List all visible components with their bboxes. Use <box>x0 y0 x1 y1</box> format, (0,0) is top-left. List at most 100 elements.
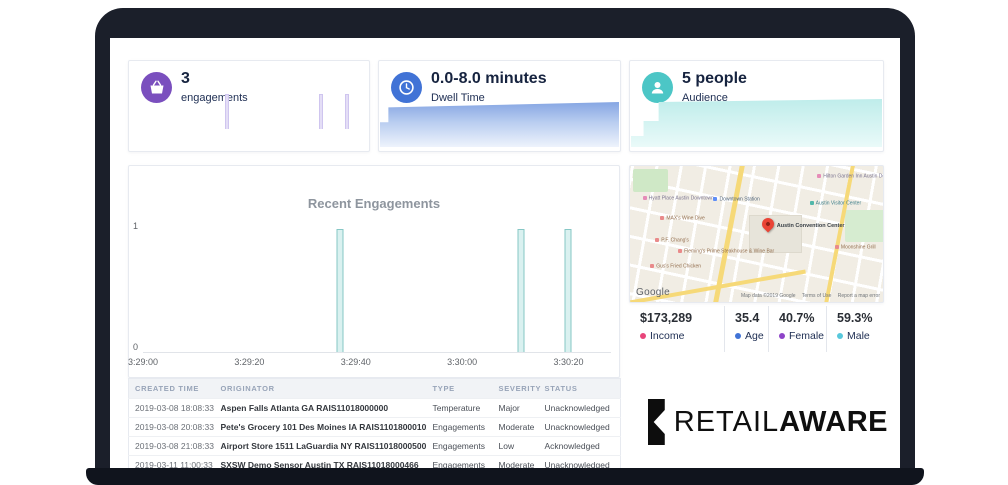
table-cell: 2019-03-08 18:08:33 <box>128 398 215 418</box>
location-map[interactable]: Hilton Garden Inn Austin Downtown Hyatt P… <box>629 165 884 303</box>
table-cell: Unacknowledged <box>538 398 621 418</box>
map-poi-label: Fleming's Prime Steakhouse & Wine Bar <box>678 249 774 255</box>
table-cell: Moderate <box>492 455 539 468</box>
stat-dot-icon <box>837 333 843 339</box>
map-attribution-text: Map data ©2019 Google <box>740 293 796 299</box>
google-logo[interactable]: Google <box>636 287 670 298</box>
clock-icon <box>391 72 422 103</box>
column-header: STATUS <box>538 378 621 399</box>
table-row[interactable]: 2019-03-11 11:00:33 SXSW Demo Sensor Aust… <box>128 455 621 468</box>
audience-area-chart <box>631 99 882 147</box>
retailaware-logo: RETAILAWARE <box>648 386 888 458</box>
x-axis-tick-label: 3:30:20 <box>553 357 584 367</box>
sparkline-bar <box>225 94 230 129</box>
dwell-time-value: 0.0-8.0 minutes <box>431 70 547 87</box>
stat-income: $173,289 Income <box>640 306 724 352</box>
x-axis-tick-label: 3:29:20 <box>234 357 265 367</box>
table-row[interactable]: 2019-03-08 18:08:33 Aspen Falls Atlanta G… <box>128 398 621 418</box>
retailaware-wordmark: RETAILAWARE <box>674 406 888 439</box>
engagements-card: 3 engagements <box>128 60 370 152</box>
x-axis-tick-label: 3:30:00 <box>447 357 478 367</box>
stat-value: 59.3% <box>837 311 873 325</box>
engagement-bar <box>517 229 525 352</box>
chart-plot-area <box>143 229 611 353</box>
table-cell: Airport Store 1511 LaGuardia NY RAIS1101… <box>214 436 427 456</box>
stat-label: Income <box>640 330 724 342</box>
report-map-error-link[interactable]: Report a map error <box>838 293 880 299</box>
stat-dot-icon <box>779 333 785 339</box>
device-base <box>86 468 924 485</box>
stat-dot-icon <box>735 333 741 339</box>
stat-label: Age <box>735 330 768 342</box>
stat-label-text: Income <box>650 330 685 342</box>
column-header: CREATED TIME <box>128 378 215 399</box>
map-poi-label: P.F. Chang's <box>655 238 689 244</box>
stat-female: 40.7% Female <box>768 306 826 352</box>
chart-x-axis: 3:29:00 3:29:20 3:29:40 3:30:00 3:30:20 <box>128 357 611 371</box>
logo-text-aware: AWARE <box>779 405 888 438</box>
column-header: ORIGINATOR <box>214 378 427 399</box>
terms-of-use-link[interactable]: Terms of Use <box>802 293 831 299</box>
y-axis-label-max: 1 <box>133 221 139 231</box>
stat-value: $173,289 <box>640 311 693 325</box>
stat-male: 59.3% Male <box>826 306 888 352</box>
engagement-bar <box>564 229 572 352</box>
engagement-bar <box>336 229 344 352</box>
table-cell: Engagements <box>426 436 493 456</box>
table-cell: Temperature <box>426 398 493 418</box>
table-cell: Unacknowledged <box>538 455 621 468</box>
table-cell: SXSW Demo Sensor Austin TX RAIS110180004… <box>214 455 427 468</box>
x-axis-tick-label: 3:29:00 <box>127 357 159 367</box>
table-cell: Major <box>492 398 539 418</box>
table-row[interactable]: 2019-03-08 21:08:33 Airport Store 1511 La… <box>128 436 621 456</box>
person-icon <box>642 72 673 103</box>
table-cell: Unacknowledged <box>538 417 621 437</box>
map-poi-label: Austin Visitor Center <box>810 201 861 207</box>
table-cell: 2019-03-11 11:00:33 <box>128 455 215 468</box>
page-background: 3 engagements 0.0-8.0 minutes Dwell Time <box>0 0 1008 485</box>
map-poi-label: MAX's Wine Dive <box>660 216 704 222</box>
y-axis-label-min: 0 <box>133 342 139 352</box>
engagements-sparkline <box>129 94 369 129</box>
recent-engagements-chart-card: Recent Engagements 1 0 3:29:00 3:29:20 3:2… <box>128 165 620 378</box>
column-header: TYPE <box>426 378 493 399</box>
x-axis-tick-label: 3:29:40 <box>340 357 371 367</box>
logo-text-retail: RETAIL <box>673 405 780 438</box>
stat-label: Female <box>779 330 826 342</box>
dashboard-screen: 3 engagements 0.0-8.0 minutes Dwell Time <box>110 38 900 468</box>
map-poi-label: Moonshine Grill <box>835 245 876 251</box>
table-cell: Aspen Falls Atlanta GA RAIS11018000000 <box>214 398 427 418</box>
stat-value: 40.7% <box>779 311 815 325</box>
audience-stats-row: $173,289 Income 35.4 Age 40.7% Female 59.3% Mal… <box>640 306 888 352</box>
table-cell: Pete's Grocery 101 Des Moines IA RAIS110… <box>214 417 427 437</box>
table-cell: Low <box>492 436 539 456</box>
stat-dot-icon <box>640 333 646 339</box>
sparkline-bar <box>345 94 350 129</box>
table-row[interactable]: 2019-03-08 20:08:33 Pete's Grocery 101 De… <box>128 417 621 437</box>
column-header: SEVERITY <box>492 378 541 399</box>
audience-card: 5 people Audience <box>629 60 884 152</box>
engagements-value: 3 <box>181 70 190 87</box>
map-poi-label: Hilton Garden Inn Austin Downtown <box>817 174 883 180</box>
stat-age: 35.4 Age <box>724 306 768 352</box>
table-cell: 2019-03-08 21:08:33 <box>128 436 215 456</box>
stat-label: Male <box>837 330 888 342</box>
dwell-time-label: Dwell Time <box>431 92 485 104</box>
stat-value: 35.4 <box>735 311 760 325</box>
map-poi-label: Downtown Station <box>713 197 759 203</box>
table-cell: Engagements <box>426 417 493 437</box>
table-header-row: CREATED TIME ORIGINATOR TYPE SEVERITY STATUS <box>128 378 621 399</box>
map-attribution: Map data ©2019 Google Terms of Use Repor… <box>741 293 880 299</box>
table-cell: 2019-03-08 20:08:33 <box>128 417 215 437</box>
stat-label-text: Age <box>745 330 764 342</box>
map-poi-label: Hyatt Place Austin Downtown <box>643 196 714 202</box>
table-cell: Moderate <box>492 417 539 437</box>
retailaware-logo-mark-icon <box>648 399 665 445</box>
map-poi-label: Gus's Fried Chicken <box>650 264 701 270</box>
alerts-table: CREATED TIME ORIGINATOR TYPE SEVERITY STATUS… <box>128 378 621 468</box>
map-poi-labels: Hilton Garden Inn Austin Downtown Hyatt P… <box>630 166 883 302</box>
dwell-time-card: 0.0-8.0 minutes Dwell Time <box>378 60 621 152</box>
stat-label-text: Male <box>847 330 870 342</box>
sparkline-bar <box>319 94 323 129</box>
dwell-time-area-chart <box>380 102 619 147</box>
